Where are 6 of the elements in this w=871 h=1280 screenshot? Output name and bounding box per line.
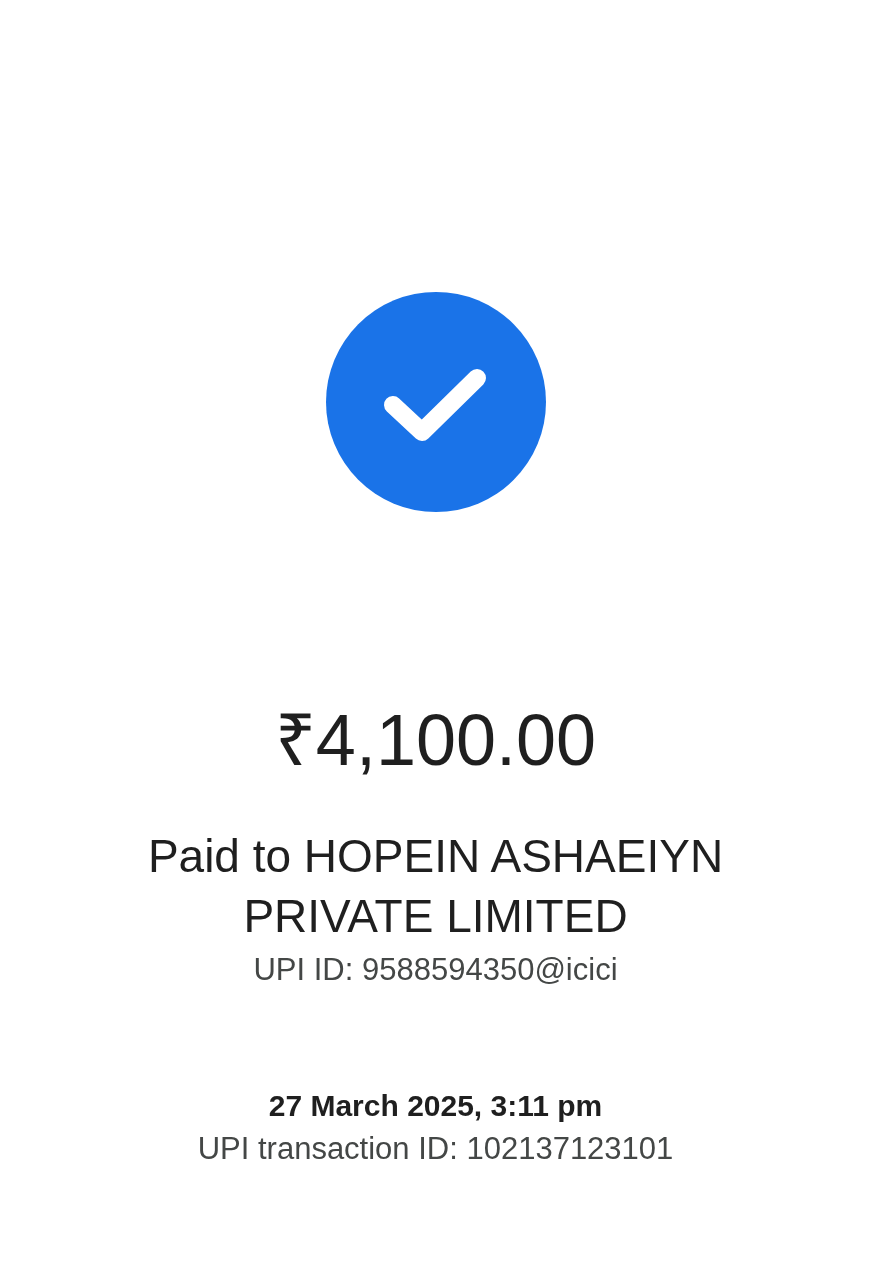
date-time-text: 27 March 2025, 3:11 pm: [268, 1088, 603, 1124]
transaction-id-text: UPI transaction ID: 102137123101: [197, 1130, 674, 1168]
success-check-icon: [325, 292, 546, 512]
upi-id-text: UPI ID: 9588594350@icici: [253, 951, 618, 989]
payee-name: Paid to HOPEIN ASHAEIYN PRIVATE LIMITED: [146, 829, 725, 944]
payment-amount: ₹4,100.00: [274, 700, 597, 780]
